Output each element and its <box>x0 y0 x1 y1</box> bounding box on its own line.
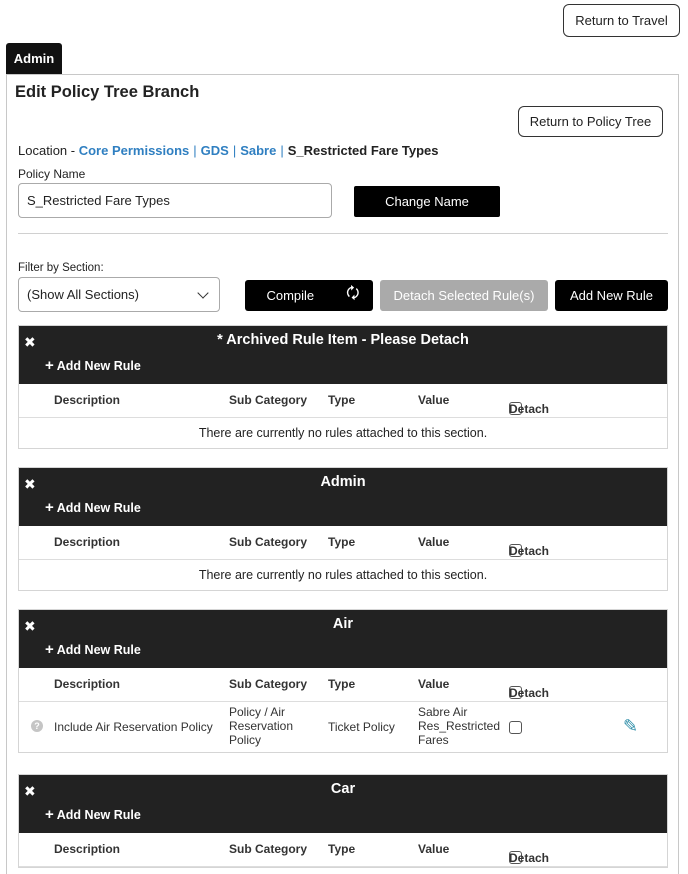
filter-selected-value: (Show All Sections) <box>27 287 139 302</box>
filter-section-select[interactable]: (Show All Sections) <box>18 277 220 312</box>
section-air: ✖ Air + Add New Rule Description Sub Cate… <box>18 609 668 753</box>
detach-checkbox[interactable] <box>509 721 522 735</box>
tab-admin[interactable]: Admin <box>6 43 62 74</box>
breadcrumb-link-gds[interactable]: GDS <box>201 143 229 158</box>
column-headers: Description Sub Category Type Value Deta… <box>19 833 667 867</box>
section-admin: ✖ Admin + Add New Rule Description Sub Ca… <box>18 467 668 591</box>
breadcrumb-current: S_Restricted Fare Types <box>287 143 439 158</box>
section-add-rule-link[interactable]: + Add New Rule <box>45 641 141 658</box>
table-row: ? Include Air Reservation Policy Policy … <box>19 702 667 752</box>
chevron-down-icon <box>197 286 209 299</box>
section-title: Air <box>332 616 354 632</box>
edit-pencil-icon[interactable]: ✎ <box>623 716 638 737</box>
change-name-button[interactable]: Change Name <box>354 186 500 217</box>
col-description: Description <box>54 535 121 549</box>
return-to-policy-tree-button[interactable]: Return to Policy Tree <box>518 106 663 137</box>
section-title: * Archived Rule Item - Please Detach <box>217 332 469 348</box>
section-header: ✖ Car + Add New Rule <box>19 775 667 833</box>
section-add-rule-link[interactable]: + Add New Rule <box>45 499 141 516</box>
empty-message: There are currently no rules attached to… <box>198 568 488 582</box>
column-headers: Description Sub Category Type Value Deta… <box>19 668 667 702</box>
help-icon[interactable]: ? <box>31 720 43 732</box>
breadcrumb-separator: | <box>193 143 197 158</box>
column-headers: Description Sub Category Type Value Deta… <box>19 526 667 560</box>
col-sub-category: Sub Category <box>229 842 308 856</box>
page-title: Edit Policy Tree Branch <box>15 83 200 101</box>
breadcrumb-prefix: Location - <box>18 143 76 158</box>
section-title: Car <box>330 781 356 797</box>
col-value: Value <box>418 393 450 407</box>
col-sub-category: Sub Category <box>229 535 308 549</box>
divider <box>18 233 668 234</box>
breadcrumb-link-sabre[interactable]: Sabre <box>240 143 276 158</box>
col-type: Type <box>328 535 356 549</box>
section-archived: ✖ * Archived Rule Item - Please Detach +… <box>18 325 668 449</box>
col-sub-category: Sub Category <box>229 677 308 691</box>
breadcrumb-link-core-permissions[interactable]: Core Permissions <box>79 143 190 158</box>
section-add-rule-link[interactable]: + Add New Rule <box>45 357 141 374</box>
col-type: Type <box>328 393 356 407</box>
section-header: ✖ * Archived Rule Item - Please Detach +… <box>19 326 667 384</box>
add-new-rule-button[interactable]: Add New Rule <box>555 280 668 311</box>
section-add-rule-link[interactable]: + Add New Rule <box>45 806 141 823</box>
col-description: Description <box>54 677 121 691</box>
policy-name-label: Policy Name <box>18 167 86 181</box>
col-sub-category: Sub Category <box>229 393 308 407</box>
col-value: Value <box>418 677 450 691</box>
detach-selected-button: Detach Selected Rule(s) <box>380 280 548 311</box>
filter-label: Filter by Section: <box>18 262 104 274</box>
breadcrumb-separator: | <box>280 143 284 158</box>
breadcrumb: Location - Core Permissions | GDS | Sabre | S_… <box>18 143 439 158</box>
rule-description: Include Air Reservation Policy <box>54 720 213 734</box>
col-description: Description <box>54 842 121 856</box>
rule-sub-category: Policy / Air Reservation Policy <box>229 705 294 747</box>
empty-message: There are currently no rules attached to… <box>198 426 488 440</box>
compile-button[interactable]: Compile 🗘 <box>245 280 373 311</box>
col-value: Value <box>418 535 450 549</box>
section-header: ✖ Admin + Add New Rule <box>19 468 667 526</box>
policy-name-input[interactable] <box>18 183 332 218</box>
col-type: Type <box>328 677 356 691</box>
column-headers: Description Sub Category Type Value Deta… <box>19 384 667 418</box>
compile-label: Compile <box>266 288 315 303</box>
rule-value: Sabre Air Res_Restricted Fares <box>418 705 501 747</box>
section-car: ✖ Car + Add New Rule Description Sub Cate… <box>18 774 668 868</box>
breadcrumb-separator: | <box>232 143 237 158</box>
col-value: Value <box>418 842 450 856</box>
rule-type: Ticket Policy <box>328 720 395 734</box>
section-header: ✖ Air + Add New Rule <box>19 610 667 668</box>
sync-icon: 🗘 <box>346 285 360 302</box>
col-description: Description <box>54 393 121 407</box>
section-title: Admin <box>320 474 366 490</box>
return-to-travel-button[interactable]: Return to Travel <box>563 4 680 37</box>
col-type: Type <box>328 842 356 856</box>
